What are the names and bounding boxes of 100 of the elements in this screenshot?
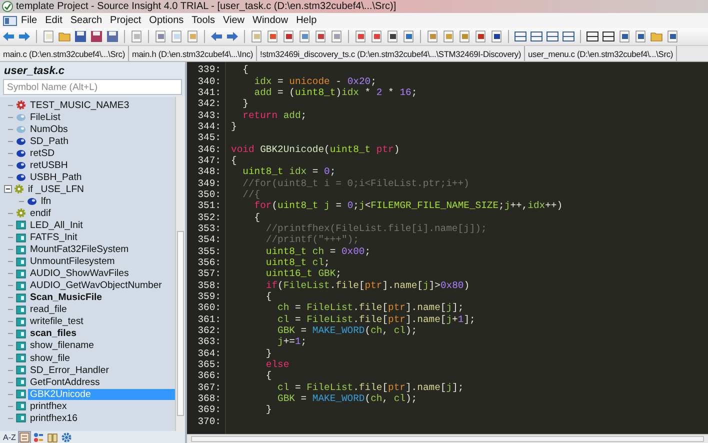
forward-arrow-icon[interactable] (18, 30, 31, 43)
file-tab[interactable]: user_menu.c (D:\en.stm32cubef4\...\Src) (525, 46, 678, 61)
function-icon (16, 280, 26, 291)
code-line: ch = FileList.file[ptr].name[j]; (276, 302, 464, 314)
line-number: 360: (196, 302, 221, 314)
symbol-item[interactable]: read_file (28, 304, 69, 316)
symbol-item[interactable]: UnmountFilesystem (28, 256, 117, 268)
symbol-item[interactable]: if _USE_LFN (26, 184, 86, 195)
symbol-item[interactable]: TEST_MUSIC_NAME3 (28, 100, 132, 111)
vertical-scrollbar[interactable] (175, 97, 185, 431)
symbol-panel-title: user_task.c (3, 64, 66, 78)
menu-item[interactable]: Window (248, 15, 292, 26)
symbol-item[interactable]: FATFS_Init (28, 232, 80, 244)
sort-button[interactable]: A-Z (3, 432, 16, 442)
document-icon[interactable] (474, 30, 487, 43)
document-icon[interactable] (618, 30, 631, 43)
symbol-item[interactable]: writefile_test (28, 316, 86, 328)
function-icon (16, 268, 26, 279)
function-icon (16, 401, 26, 412)
symbol-item[interactable]: LED_All_Init (28, 220, 85, 231)
symbol-item[interactable]: retUSBH (28, 160, 70, 171)
folder-icon[interactable] (58, 30, 71, 43)
menu-item[interactable]: Edit (41, 15, 66, 26)
symbol-item[interactable]: AUDIO_ShowWavFiles (28, 268, 131, 280)
window-menu-icon[interactable] (3, 16, 17, 26)
code-line: GBK = MAKE_WORD(ch, cl); (276, 325, 418, 336)
symbol-item[interactable]: SD_Path (28, 136, 70, 147)
document-icon[interactable] (490, 30, 503, 43)
symbol-item[interactable]: SD_Error_Handler (28, 364, 111, 376)
function-icon (16, 365, 26, 376)
line-number: 340: (196, 76, 221, 87)
code-line: { (253, 212, 260, 223)
document-icon[interactable] (666, 30, 679, 43)
window-icon[interactable] (562, 30, 575, 43)
function-icon (16, 340, 26, 351)
code-line: //printfhex(FileList.file[i].name[j]); (264, 222, 487, 234)
menu-item[interactable]: Search (66, 15, 106, 26)
symbol-search-field[interactable]: Symbol Name (Alt+L) (3, 79, 182, 95)
symbol-item[interactable]: lfn (39, 196, 54, 207)
menu-item[interactable]: Options (145, 15, 188, 26)
variable-icon (27, 196, 37, 206)
file-tab[interactable]: main.h (D:\en.stm32cubef4\...\Inc) (128, 46, 258, 61)
line-number: 341: (196, 86, 221, 98)
save-icon[interactable] (106, 30, 119, 43)
document-icon[interactable] (386, 30, 399, 43)
line-number: 362: (196, 325, 221, 336)
window-icon[interactable] (546, 30, 559, 43)
gear-icon (14, 184, 24, 194)
file-tab[interactable]: main.c (D:\en.stm32cubef4\...\Src) (0, 46, 129, 61)
collapse-icon[interactable] (4, 185, 12, 194)
variable-icon (16, 136, 26, 146)
line-number: 344: (196, 120, 221, 132)
line-number: 363: (196, 336, 221, 348)
symbol-item[interactable]: Scan_MusicFile (28, 292, 104, 304)
symbol-item[interactable]: printfhex16 (28, 412, 80, 424)
window-icon[interactable] (514, 30, 527, 43)
window-icon[interactable] (602, 30, 615, 43)
folder-icon[interactable] (650, 30, 663, 43)
symbol-item[interactable]: show_filename (28, 340, 96, 352)
list-view-icon[interactable] (18, 432, 30, 442)
window-icon[interactable] (586, 30, 599, 43)
menu-item[interactable]: Tools (188, 15, 219, 26)
line-number: 342: (196, 98, 221, 110)
line-number: 359: (196, 291, 221, 302)
symbol-item[interactable]: AUDIO_GetWavObjectNumber (28, 280, 164, 292)
settings-icon[interactable] (60, 432, 72, 442)
symbol-item[interactable]: USBH_Path (28, 172, 84, 183)
function-icon (16, 328, 26, 339)
line-number: 352: (196, 212, 221, 223)
line-number: 356: (196, 257, 221, 268)
line-number: 353: (196, 222, 221, 234)
menu-item[interactable]: File (17, 15, 42, 26)
function-icon (16, 413, 26, 424)
symbol-item[interactable]: NumObs (28, 124, 70, 135)
document-icon[interactable] (634, 30, 647, 43)
symbol-item[interactable]: printfhex (28, 400, 69, 412)
category-icon[interactable] (32, 432, 44, 442)
symbol-item[interactable]: show_file (28, 352, 72, 364)
menu-item[interactable]: Help (292, 15, 321, 26)
menu-item[interactable]: Project (106, 15, 146, 26)
window-icon[interactable] (530, 30, 543, 43)
symbol-item[interactable]: FileList (28, 112, 62, 123)
symbol-item[interactable]: retSD (28, 148, 57, 159)
menu-item[interactable]: View (219, 15, 248, 26)
symbol-item[interactable]: scan_files (28, 328, 78, 340)
symbol-item[interactable]: endif (28, 208, 53, 219)
file-tab[interactable]: !stm32469i_discovery_ts.c (D:\en.stm32cubef4\...\STM32469I-Discovery) (257, 46, 526, 61)
horizontal-scrollbar[interactable] (187, 434, 708, 443)
code-line: //for(uint8_t i = 0;i<FileList.ptr;i++) (242, 178, 470, 189)
symbol-item[interactable]: GetFontAddress (28, 376, 102, 388)
save-icon[interactable] (90, 30, 103, 43)
code-line: idx = unicode - 0x20; (253, 76, 376, 87)
save-icon[interactable] (74, 30, 87, 43)
document-icon[interactable] (282, 30, 295, 43)
back-arrow-icon[interactable] (2, 30, 15, 43)
symbol-item[interactable]: MountFat32FileSystem (28, 244, 131, 256)
variable-icon (16, 124, 26, 134)
line-number: 339: (196, 64, 221, 76)
document-icon[interactable] (314, 30, 327, 43)
line-number: 370: (196, 416, 221, 427)
